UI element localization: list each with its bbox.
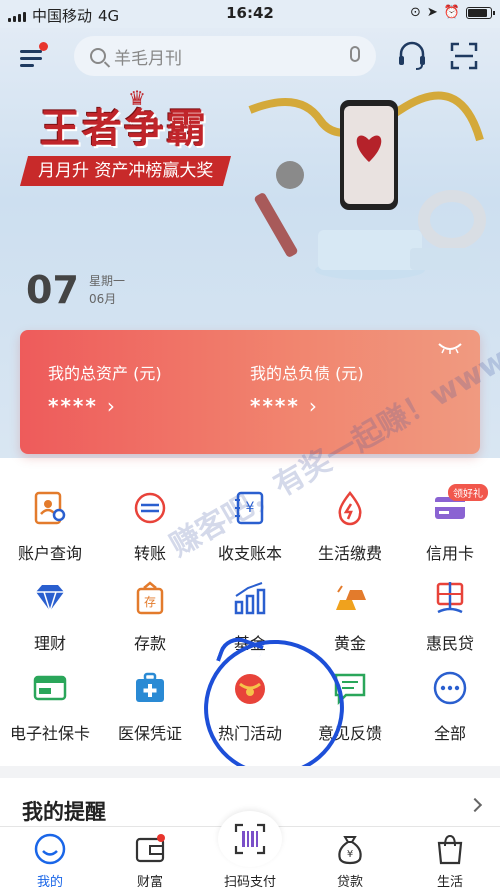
more-icon bbox=[433, 671, 467, 705]
reminder-title[interactable]: 我的提醒 bbox=[22, 796, 106, 826]
scan-icon[interactable] bbox=[450, 42, 478, 70]
grid-item-credit-card[interactable]: 信用卡 bbox=[400, 468, 500, 563]
grid-item-wealth[interactable]: 理财 bbox=[0, 558, 100, 653]
date-weekday: 星期一 bbox=[89, 274, 126, 288]
grid-label: 医保凭证 bbox=[117, 724, 182, 743]
grid-label: 电子社保卡 bbox=[9, 724, 90, 743]
grid-item-account-query[interactable]: 账户查询 bbox=[0, 468, 100, 563]
shopping-bag-icon bbox=[437, 834, 463, 865]
customer-service-icon[interactable] bbox=[396, 40, 428, 72]
tab-label: 生活 bbox=[436, 875, 463, 890]
tab-wealth[interactable]: 财富 bbox=[100, 827, 200, 890]
grid-item-fund[interactable]: 基金 bbox=[200, 558, 300, 653]
hero-section: 羊毛月刊 ♛ 王者争霸 月月升 资产冲榜赢大奖 07 星期一 06月 我的总资产 bbox=[0, 28, 500, 458]
svg-text:¥: ¥ bbox=[347, 849, 353, 860]
total-assets-value[interactable]: **** › bbox=[48, 394, 117, 418]
microphone-icon[interactable] bbox=[350, 46, 360, 62]
banner-title[interactable]: 王者争霸 bbox=[40, 96, 208, 154]
grid-item-social-security-card[interactable]: 电子社保卡 bbox=[0, 648, 100, 743]
loan-icon bbox=[436, 582, 464, 614]
tab-bar: 我的 财富 扫码支付 ¥ 贷款 生活 bbox=[0, 811, 500, 890]
search-icon bbox=[90, 48, 106, 64]
location-icon: ➤ bbox=[426, 5, 438, 20]
date-month: 06月 bbox=[89, 292, 117, 306]
tab-label: 扫码支付 bbox=[223, 875, 276, 890]
total-debt-value[interactable]: **** › bbox=[250, 394, 319, 418]
search-placeholder: 羊毛月刊 bbox=[114, 48, 182, 69]
ledger-icon: ¥ bbox=[235, 491, 264, 525]
tab-scan-pay[interactable]: 扫码支付 bbox=[200, 811, 300, 890]
prize-illustration[interactable] bbox=[240, 80, 490, 280]
grid-item-loan[interactable]: 惠民贷 bbox=[400, 558, 500, 653]
hide-eye-icon[interactable] bbox=[438, 342, 462, 354]
notification-dot bbox=[39, 42, 48, 51]
grid-item-medical-insurance[interactable]: 医保凭证 bbox=[100, 648, 200, 743]
fund-chart-icon bbox=[234, 582, 266, 615]
battery-icon bbox=[466, 6, 495, 19]
medical-insurance-icon bbox=[136, 672, 164, 702]
scan-pay-icon bbox=[234, 823, 266, 855]
top-bar: 羊毛月刊 bbox=[0, 28, 500, 86]
social-security-card-icon bbox=[33, 675, 67, 701]
gold-icon bbox=[336, 585, 366, 610]
banner-subtitle[interactable]: 月月升 资产冲榜赢大奖 bbox=[19, 156, 232, 186]
tab-life[interactable]: 生活 bbox=[400, 827, 500, 890]
search-input[interactable]: 羊毛月刊 bbox=[74, 36, 376, 76]
grid-item-deposit[interactable]: 存 存款 bbox=[100, 558, 200, 653]
tab-label: 财富 bbox=[136, 875, 163, 890]
status-bar: 中国移动 4G 16:42 ⊙ ➤ ⏰ bbox=[0, 0, 500, 28]
life-payment-icon bbox=[338, 490, 362, 526]
menu-icon[interactable] bbox=[18, 42, 48, 72]
wealth-diamond-icon bbox=[36, 585, 64, 614]
chevron-right-icon[interactable] bbox=[467, 797, 483, 813]
wallet-icon bbox=[135, 834, 165, 863]
tab-label: 贷款 bbox=[336, 875, 363, 890]
lock-rotation-icon: ⊙ bbox=[410, 5, 421, 20]
tab-loan[interactable]: ¥ 贷款 bbox=[300, 827, 400, 890]
deposit-icon: 存 bbox=[136, 581, 164, 615]
section-divider bbox=[0, 766, 500, 778]
grid-item-all[interactable]: 全部 bbox=[400, 648, 500, 743]
account-query-icon bbox=[34, 491, 66, 525]
grid-item-ledger[interactable]: ¥ 收支账本 bbox=[200, 468, 300, 563]
grid-item-transfer[interactable]: 转账 bbox=[100, 468, 200, 563]
transfer-icon bbox=[134, 492, 166, 524]
tab-mine[interactable]: 我的 bbox=[0, 827, 100, 890]
grid-label: 全部 bbox=[433, 724, 466, 743]
asset-card[interactable]: 我的总资产 (元) **** › 我的总负债 (元) **** › bbox=[20, 330, 480, 454]
svg-text:存: 存 bbox=[144, 595, 156, 609]
date-day: 07 bbox=[26, 268, 79, 312]
total-debt-label: 我的总负债 (元) bbox=[250, 364, 364, 383]
profile-icon bbox=[34, 833, 66, 865]
grid-item-life-payment[interactable]: 生活缴费 bbox=[300, 468, 400, 563]
tab-label: 我的 bbox=[36, 875, 63, 890]
credit-card-badge: 领好礼 bbox=[448, 484, 488, 501]
grid-item-gold[interactable]: 黄金 bbox=[300, 558, 400, 653]
total-assets-label: 我的总资产 (元) bbox=[48, 364, 162, 383]
loan-bag-icon: ¥ bbox=[338, 836, 362, 865]
svg-text:¥: ¥ bbox=[246, 500, 255, 516]
alarm-icon: ⏰ bbox=[443, 5, 460, 20]
